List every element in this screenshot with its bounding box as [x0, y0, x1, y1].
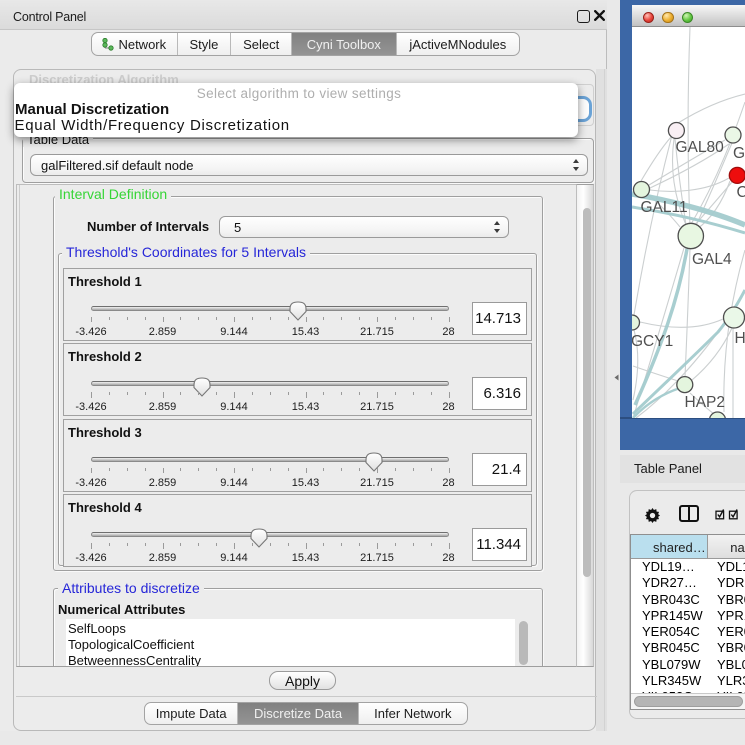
svg-text:HIS4: HIS4 — [735, 330, 745, 347]
svg-text:GAL1: GAL1 — [733, 145, 745, 162]
svg-text:HAP2: HAP2 — [685, 394, 726, 411]
svg-text:GAL4: GAL4 — [692, 251, 732, 268]
svg-text:GCY1: GCY1 — [632, 333, 673, 350]
svg-text:GAL11: GAL11 — [641, 199, 688, 216]
svg-text:GAL80: GAL80 — [676, 139, 725, 156]
svg-text:CYC1: CYC1 — [737, 184, 745, 201]
